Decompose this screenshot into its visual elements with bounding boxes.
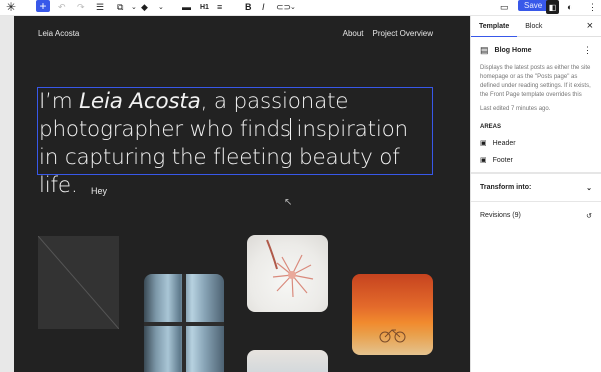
chevron-down-icon[interactable]: ⌄: [158, 0, 164, 14]
link-icon[interactable]: ⊂⊃: [276, 0, 291, 14]
editor-toolbar: ✳ + ↶ ↷ ☰ ⧉ ⌄ ◆ ⌄ ▬ H1 ≡ B I ⊂⊃ ⌄ ▭ Save…: [0, 0, 601, 16]
window-frame-icon: [144, 274, 224, 372]
photo-partial[interactable]: [247, 350, 328, 372]
options-icon[interactable]: ⋮: [588, 0, 597, 14]
preview-icon[interactable]: ▭: [500, 0, 509, 14]
header-icon: ▣: [480, 140, 487, 147]
template-name: Blog Home: [494, 47, 532, 54]
paragraph-hey[interactable]: Hey: [91, 186, 107, 196]
add-block-button[interactable]: +: [36, 0, 50, 12]
hero-heading[interactable]: I’m Leia Acosta, a passionate photograph…: [37, 87, 433, 198]
history-icon: ↺: [586, 212, 592, 220]
template-options-icon[interactable]: ⋮: [583, 45, 592, 56]
sidebar-tabs: Template Block ×: [471, 16, 601, 37]
mouse-cursor-icon: ↖: [284, 197, 293, 208]
close-icon[interactable]: ×: [587, 20, 593, 32]
hero-name: Leia Acosta: [79, 89, 201, 114]
template-description: Displays the latest posts as either the …: [480, 65, 591, 98]
bicycle-icon: [379, 329, 406, 343]
area-header-label: Header: [492, 139, 516, 147]
navigation: About Project Overview: [343, 29, 433, 38]
sidebar-toggle-icon[interactable]: ◧: [546, 0, 559, 14]
flower-icon: [266, 239, 314, 298]
save-button[interactable]: Save: [518, 0, 549, 11]
placeholder-diagonal-icon: [38, 236, 119, 329]
revisions-label: Revisions (9): [480, 212, 521, 219]
nav-item-about[interactable]: About: [343, 29, 364, 38]
nav-item-project-overview[interactable]: Project Overview: [373, 29, 433, 38]
last-edited: Last edited 7 minutes ago.: [480, 106, 551, 112]
text-align-icon[interactable]: ≡: [217, 0, 222, 14]
area-footer-label: Footer: [492, 156, 513, 164]
redo-icon[interactable]: ↷: [77, 0, 85, 14]
align-icon[interactable]: ▬: [182, 0, 191, 14]
orange-wall-bicycle-photo[interactable]: [352, 274, 433, 355]
list-view-icon[interactable]: ☰: [96, 0, 104, 14]
revisions-panel[interactable]: Revisions (9) ↺: [471, 201, 601, 229]
styles-icon[interactable]: ◐: [567, 0, 572, 14]
transform-panel[interactable]: Transform into: ⌄: [471, 173, 601, 201]
bold-button[interactable]: B: [245, 0, 252, 14]
transform-label: Transform into:: [480, 184, 532, 191]
area-footer[interactable]: ▣ Footer: [480, 156, 592, 165]
image-placeholder[interactable]: [38, 236, 119, 329]
heading-level-button[interactable]: H1: [200, 0, 209, 14]
italic-button[interactable]: I: [262, 0, 265, 14]
settings-sidebar: Template Block × ▤ Blog Home ⋮ Displays …: [470, 16, 601, 372]
bookmark-icon[interactable]: ◆: [141, 0, 148, 14]
template-summary: ▤ Blog Home ⋮ Displays the latest posts …: [471, 37, 601, 173]
area-header[interactable]: ▣ Header: [480, 139, 592, 148]
undo-icon[interactable]: ↶: [58, 0, 66, 14]
chevron-down-icon[interactable]: ⌄: [131, 0, 137, 14]
chevron-down-icon: ⌄: [586, 184, 592, 192]
site-title[interactable]: Leia Acosta: [38, 29, 79, 38]
window-curtains-photo[interactable]: [144, 274, 224, 372]
areas-heading: AREAS: [480, 124, 502, 130]
template-preview[interactable]: Leia Acosta About Project Overview I’m L…: [14, 16, 470, 372]
chevron-down-icon[interactable]: ⌄: [290, 0, 296, 14]
flower-photo[interactable]: [247, 235, 328, 312]
layout-icon: ▤: [480, 45, 489, 55]
block-type-icon[interactable]: ⧉: [117, 0, 123, 14]
hero-text-start: I’m: [39, 89, 80, 114]
footer-icon: ▣: [480, 157, 487, 164]
tab-template[interactable]: Template: [471, 16, 518, 37]
editor-canvas: Leia Acosta About Project Overview I’m L…: [0, 16, 470, 372]
tab-block[interactable]: Block: [517, 16, 550, 37]
wordpress-logo-icon[interactable]: ✳: [6, 0, 16, 14]
